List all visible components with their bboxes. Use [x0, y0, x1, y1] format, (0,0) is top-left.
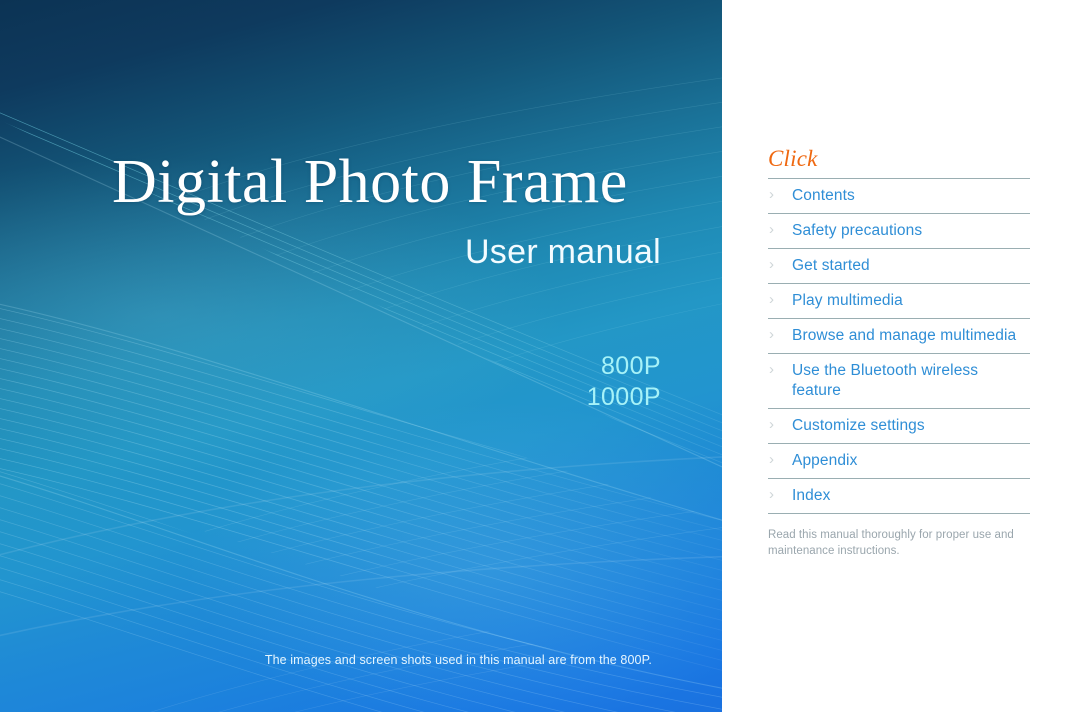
- sidebar-item-label: Index: [792, 487, 831, 504]
- sidebar-item-label: Get started: [792, 257, 870, 274]
- chevron-right-icon: ›: [769, 186, 774, 203]
- cover-artwork-panel: Digital Photo Frame User manual 800P 100…: [0, 0, 722, 712]
- sidebar-item-label: Browse and manage multimedia: [792, 327, 1017, 344]
- sidebar-item-label: Customize settings: [792, 417, 925, 434]
- sidebar-item-play-multimedia[interactable]: › Play multimedia: [768, 283, 1030, 318]
- sidebar-item-label: Play multimedia: [792, 292, 903, 309]
- sidebar-item-label: Appendix: [792, 452, 858, 469]
- click-heading: Click: [768, 146, 818, 171]
- sidebar-item-appendix[interactable]: › Appendix: [768, 443, 1030, 478]
- maintenance-note: Read this manual thoroughly for proper u…: [768, 529, 1014, 557]
- sidebar-item-use-the-bluetooth-wireless-feature[interactable]: › Use the Bluetooth wireless feature: [768, 353, 1030, 408]
- sidebar-item-browse-and-manage-multimedia[interactable]: › Browse and manage multimedia: [768, 318, 1030, 353]
- chevron-right-icon: ›: [769, 291, 774, 308]
- model-numbers: 800P 1000P: [0, 351, 661, 413]
- sidebar-item-customize-settings[interactable]: › Customize settings: [768, 408, 1030, 443]
- cover-footnote: The images and screen shots used in this…: [264, 653, 652, 667]
- model-number-800p: 800P: [601, 352, 661, 380]
- sidebar-item-index[interactable]: › Index: [768, 478, 1030, 514]
- cover-subtitle: User manual: [464, 233, 661, 271]
- sidebar-item-label: Contents: [792, 187, 855, 204]
- chevron-right-icon: ›: [769, 486, 774, 503]
- chevron-right-icon: ›: [769, 451, 774, 468]
- model-number-1000p: 1000P: [586, 383, 661, 411]
- chevron-right-icon: ›: [769, 326, 774, 343]
- chevron-right-icon: ›: [769, 416, 774, 433]
- sidebar-item-contents[interactable]: › Contents: [768, 178, 1030, 213]
- chevron-right-icon: ›: [769, 256, 774, 273]
- sidebar-item-safety-precautions[interactable]: › Safety precautions: [768, 213, 1030, 248]
- page-title: Digital Photo Frame: [112, 148, 628, 216]
- sidebar-item-label: Use the Bluetooth wireless feature: [792, 362, 979, 399]
- manual-cover-page: Digital Photo Frame User manual 800P 100…: [0, 0, 1080, 712]
- sidebar-item-label: Safety precautions: [792, 222, 923, 239]
- navigation-panel: Click › Contents › Safety precautions › …: [722, 0, 1080, 712]
- chapter-link-list: › Contents › Safety precautions › Get st…: [768, 178, 1030, 514]
- chevron-right-icon: ›: [769, 361, 774, 378]
- sidebar-item-get-started[interactable]: › Get started: [768, 248, 1030, 283]
- chevron-right-icon: ›: [769, 221, 774, 238]
